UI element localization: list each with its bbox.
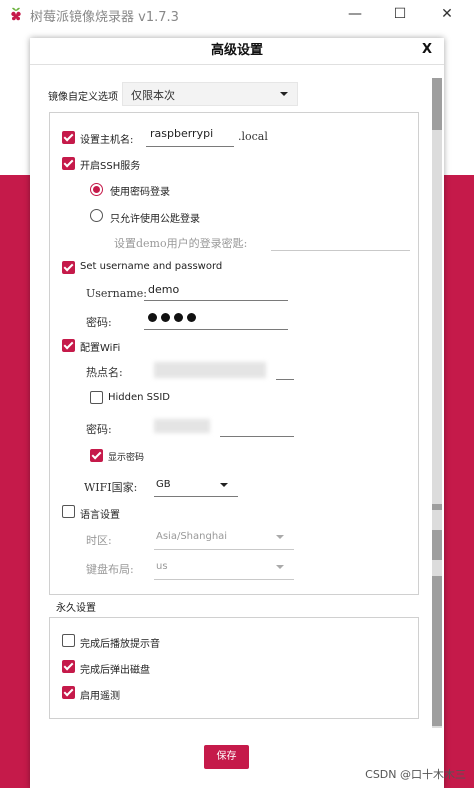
keyboard-underline (154, 579, 294, 580)
wifi-password-label: 密码: (86, 423, 112, 436)
image-options-label: 镜像自定义选项 (48, 92, 118, 103)
hostname-label: 设置主机名: (80, 135, 134, 146)
username-input[interactable]: demo (148, 283, 179, 296)
save-button[interactable]: 保存 (204, 745, 249, 769)
dialog-title: 高级设置 (210, 43, 263, 58)
hostname-suffix: .local (238, 130, 268, 143)
pubkey-login-radio[interactable] (90, 209, 103, 222)
beep-label: 完成后播放提示音 (80, 639, 160, 650)
chevron-down-icon (276, 565, 284, 569)
eject-label: 完成后弹出磁盘 (80, 665, 150, 676)
username-label: Username: (86, 287, 147, 300)
wifi-password-underline (220, 436, 294, 437)
password-login-radio[interactable] (90, 183, 103, 196)
wifi-country-label: WIFI国家: (84, 481, 138, 494)
hostname-checkbox[interactable] (62, 131, 75, 144)
maximize-button[interactable]: ☐ (385, 4, 415, 24)
ssid-input[interactable] (154, 362, 266, 378)
chevron-down-icon (220, 483, 228, 487)
ssh-key-label: 设置demo用户的登录密匙: (114, 237, 248, 250)
wifi-country-select[interactable]: GB (154, 474, 238, 496)
image-options-select[interactable]: 仅限本次 (122, 82, 298, 106)
ssh-checkbox[interactable] (62, 157, 75, 170)
minimize-button[interactable]: — (340, 4, 370, 24)
timezone-label: 时区: (86, 534, 112, 547)
timezone-underline (154, 549, 294, 550)
chevron-down-icon (280, 92, 288, 96)
wifi-label: 配置WiFi (80, 343, 121, 354)
show-password-checkbox[interactable] (90, 449, 103, 462)
beep-checkbox[interactable] (62, 634, 75, 647)
password-underline (144, 329, 288, 330)
wifi-password-input[interactable] (154, 419, 210, 433)
persistent-section-label: 永久设置 (56, 603, 96, 614)
wifi-country-underline (154, 496, 238, 497)
locale-checkbox[interactable] (62, 505, 75, 518)
scrollbar-marker (432, 530, 442, 560)
scrollbar-marker (432, 504, 442, 510)
raspberry-icon (11, 7, 21, 21)
window-title: 树莓派镜像烧录器 v1.7.3 (30, 10, 179, 25)
user-password-label: Set username and password (80, 261, 223, 272)
telemetry-label: 启用遥测 (80, 691, 120, 702)
hostname-underline (146, 146, 234, 147)
wifi-checkbox[interactable] (62, 339, 75, 352)
keyboard-select[interactable]: us (154, 556, 294, 578)
dialog-close-button[interactable]: X (422, 42, 432, 57)
chevron-down-icon (276, 535, 284, 539)
show-password-label: 显示密码 (108, 453, 145, 463)
wifi-country-value: GB (156, 479, 171, 490)
locale-label: 语言设置 (80, 510, 120, 521)
ssh-key-input[interactable] (271, 250, 410, 251)
ssid-underline (276, 379, 294, 380)
advanced-settings-dialog: 高级设置 X 镜像自定义选项 仅限本次 设置主机名: raspberrypi .… (30, 38, 444, 788)
hidden-ssid-checkbox[interactable] (90, 391, 103, 404)
pubkey-login-label: 只允许使用公匙登录 (110, 214, 200, 225)
keyboard-value: us (156, 561, 168, 572)
ssh-label: 开启SSH服务 (80, 161, 141, 172)
telemetry-checkbox[interactable] (62, 686, 75, 699)
password-input[interactable] (144, 308, 288, 330)
password-label: 密码: (86, 316, 112, 329)
image-options-value: 仅限本次 (131, 89, 175, 102)
password-login-label: 使用密码登录 (110, 187, 170, 198)
hidden-ssid-label: Hidden SSID (108, 392, 171, 403)
user-password-checkbox[interactable] (62, 261, 75, 274)
watermark-text: CSDN @口十木木三 (365, 768, 466, 781)
timezone-value: Asia/Shanghai (156, 531, 228, 542)
ssid-label: 热点名: (86, 366, 123, 379)
scrollbar-marker (432, 576, 442, 726)
title-divider (30, 64, 444, 65)
username-underline (144, 300, 288, 301)
eject-checkbox[interactable] (62, 660, 75, 673)
scrollbar-thumb[interactable] (432, 78, 442, 130)
hostname-input[interactable]: raspberrypi (150, 127, 213, 140)
timezone-select[interactable]: Asia/Shanghai (154, 526, 294, 548)
keyboard-label: 键盘布局: (86, 563, 134, 576)
close-window-button[interactable]: ✕ (432, 4, 462, 24)
